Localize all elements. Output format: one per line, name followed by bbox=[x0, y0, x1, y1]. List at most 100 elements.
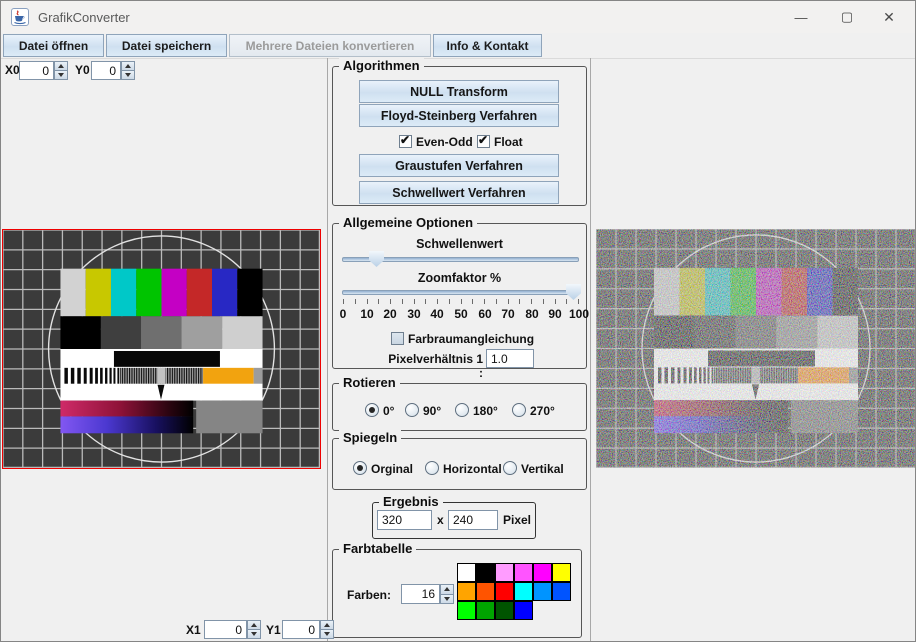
colors-down-arrow-icon[interactable] bbox=[440, 595, 454, 605]
x0-spinner-arrows bbox=[54, 61, 68, 80]
colors-count-spinner[interactable]: 16 bbox=[401, 584, 440, 604]
x0-down-arrow-icon[interactable] bbox=[54, 71, 68, 80]
mirror-group: Spiegeln Orginal Horizontal Vertikal bbox=[332, 438, 587, 490]
colors-count-spinner-arrows bbox=[440, 584, 454, 604]
palette-swatch bbox=[476, 582, 495, 601]
convert-multiple-files-button[interactable]: Mehrere Dateien konvertieren bbox=[229, 34, 431, 57]
null-transform-button[interactable]: NULL Transform bbox=[359, 80, 559, 103]
palette-swatch bbox=[514, 582, 533, 601]
java-coffee-cup-icon bbox=[11, 8, 29, 26]
palette-swatch bbox=[552, 582, 571, 601]
zoom-tick-label: 90 bbox=[542, 307, 568, 321]
palette-swatch bbox=[514, 601, 533, 620]
threshold-method-button[interactable]: Schwellwert Verfahren bbox=[359, 181, 559, 204]
zoom-tick-label: 20 bbox=[377, 307, 403, 321]
minimize-button[interactable]: — bbox=[779, 1, 823, 33]
x1-spinner-arrows bbox=[247, 620, 261, 639]
rotate-0-radio[interactable] bbox=[365, 403, 379, 417]
color-space-checkbox[interactable] bbox=[391, 332, 404, 345]
rotate-group-title: Rotieren bbox=[339, 375, 400, 390]
y1-up-arrow-icon[interactable] bbox=[320, 620, 334, 630]
algorithms-group: Algorithmen NULL Transform Floyd-Steinbe… bbox=[332, 66, 587, 206]
color-table-group: Farbtabelle Farben: 16 bbox=[332, 549, 582, 638]
left-panel-divider bbox=[327, 58, 328, 641]
maximize-button[interactable]: ▢ bbox=[825, 1, 869, 33]
mirror-original-radio[interactable] bbox=[353, 461, 367, 475]
window-title: GrafikConverter bbox=[38, 10, 130, 25]
float-checkbox[interactable] bbox=[477, 135, 490, 148]
colors-up-arrow-icon[interactable] bbox=[440, 584, 454, 595]
float-label: Float bbox=[494, 135, 523, 149]
grayscale-button[interactable]: Graustufen Verfahren bbox=[359, 154, 559, 177]
y1-spinner[interactable]: 0 bbox=[282, 620, 320, 639]
palette-swatch bbox=[552, 563, 571, 582]
y0-down-arrow-icon[interactable] bbox=[121, 71, 135, 80]
x1-spinner[interactable]: 0 bbox=[204, 620, 247, 639]
zoom-slider-track[interactable] bbox=[342, 290, 579, 295]
x0-spinner[interactable]: 0 bbox=[19, 61, 54, 80]
mirror-original-label: Orginal bbox=[371, 462, 413, 476]
general-options-group: Allgemeine Optionen Schwellenwert Zoomfa… bbox=[332, 223, 587, 369]
palette-grid bbox=[457, 563, 571, 620]
info-contact-button[interactable]: Info & Kontakt bbox=[433, 34, 542, 57]
title-bar[interactable]: GrafikConverter — ▢ ✕ bbox=[1, 1, 915, 33]
mirror-vertical-radio[interactable] bbox=[503, 461, 517, 475]
converted-image-preview bbox=[596, 229, 916, 468]
y0-spinner[interactable]: 0 bbox=[91, 61, 121, 80]
toolbar: Datei öffnen Datei speichern Mehrere Dat… bbox=[1, 33, 915, 59]
y0-label: Y0 bbox=[75, 63, 90, 77]
x0-label: X0 bbox=[5, 63, 20, 77]
rotate-270-radio[interactable] bbox=[512, 403, 526, 417]
y1-label: Y1 bbox=[266, 623, 281, 637]
result-width-field[interactable]: 320 bbox=[377, 510, 432, 530]
x1-label: X1 bbox=[186, 623, 201, 637]
result-group-title: Ergebnis bbox=[379, 494, 443, 509]
rotate-180-label: 180° bbox=[473, 404, 498, 418]
zoom-tick-label: 0 bbox=[330, 307, 356, 321]
right-panel-divider bbox=[590, 58, 591, 641]
rotate-0-label: 0° bbox=[383, 404, 394, 418]
even-odd-checkbox[interactable] bbox=[399, 135, 412, 148]
original-image-preview[interactable] bbox=[2, 229, 321, 469]
rotate-90-radio[interactable] bbox=[405, 403, 419, 417]
even-odd-label: Even-Odd bbox=[416, 135, 473, 149]
general-options-group-title: Allgemeine Optionen bbox=[339, 215, 477, 230]
result-unit-label: Pixel bbox=[503, 513, 531, 527]
palette-swatch bbox=[514, 563, 533, 582]
mirror-horizontal-label: Horizontal bbox=[443, 462, 502, 476]
floyd-steinberg-button[interactable]: Floyd-Steinberg Verfahren bbox=[359, 104, 559, 127]
palette-swatch bbox=[495, 582, 514, 601]
rotate-group: Rotieren 0° 90° 180° 270° bbox=[332, 383, 587, 431]
palette-swatch bbox=[476, 601, 495, 620]
palette-swatch bbox=[495, 601, 514, 620]
x1-up-arrow-icon[interactable] bbox=[247, 620, 261, 630]
y0-spinner-arrows bbox=[121, 61, 135, 80]
result-group: Ergebnis 320 x 240 Pixel bbox=[372, 502, 536, 539]
x1-down-arrow-icon[interactable] bbox=[247, 630, 261, 639]
save-file-button[interactable]: Datei speichern bbox=[106, 34, 227, 57]
y1-spinner-arrows bbox=[320, 620, 334, 639]
y0-up-arrow-icon[interactable] bbox=[121, 61, 135, 71]
zoom-slider-label: Zoomfaktor % bbox=[333, 271, 586, 285]
threshold-slider-thumb[interactable] bbox=[369, 251, 384, 267]
app-window: GrafikConverter — ▢ ✕ Datei öffnen Datei… bbox=[0, 0, 916, 642]
close-button[interactable]: ✕ bbox=[867, 1, 911, 33]
result-times-label: x bbox=[437, 513, 444, 527]
algorithms-group-title: Algorithmen bbox=[339, 58, 424, 73]
pixel-ratio-field[interactable]: 1.0 bbox=[486, 349, 534, 368]
rotate-90-label: 90° bbox=[423, 404, 441, 418]
rotate-180-radio[interactable] bbox=[455, 403, 469, 417]
palette-swatch bbox=[457, 601, 476, 620]
mirror-horizontal-radio[interactable] bbox=[425, 461, 439, 475]
x0-up-arrow-icon[interactable] bbox=[54, 61, 68, 71]
y1-down-arrow-icon[interactable] bbox=[320, 630, 334, 639]
mirror-vertical-label: Vertikal bbox=[521, 462, 564, 476]
palette-swatch bbox=[457, 563, 476, 582]
result-height-field[interactable]: 240 bbox=[448, 510, 498, 530]
zoom-slider-thumb[interactable] bbox=[566, 284, 581, 300]
zoom-tick-label: 100 bbox=[566, 307, 592, 321]
open-file-button[interactable]: Datei öffnen bbox=[3, 34, 104, 57]
mirror-group-title: Spiegeln bbox=[339, 430, 401, 445]
zoom-tick-label: 70 bbox=[495, 307, 521, 321]
palette-swatch bbox=[533, 582, 552, 601]
